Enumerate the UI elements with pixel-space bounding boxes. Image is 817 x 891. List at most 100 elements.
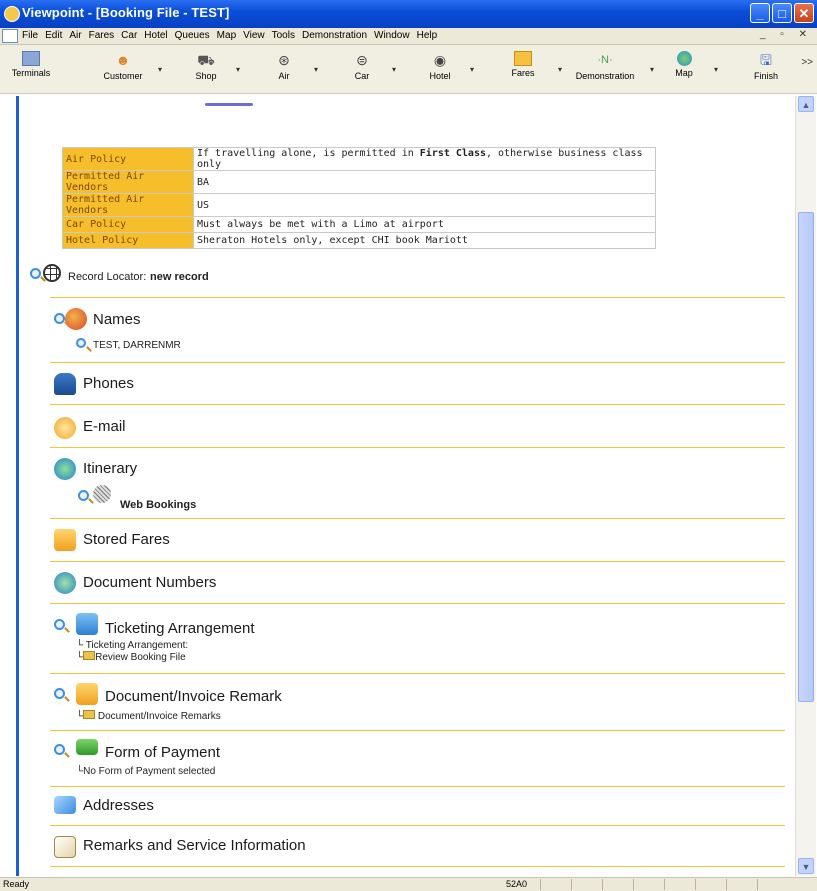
- menu-window[interactable]: Window: [374, 30, 410, 41]
- toolbar-shop-button[interactable]: ⛟ Shop ▾: [186, 47, 240, 89]
- menu-car[interactable]: Car: [121, 30, 137, 41]
- policy-value: Must always be met with a Limo at airpor…: [193, 216, 656, 233]
- toolbar-map-button[interactable]: Map ▾: [664, 47, 718, 89]
- review-booking-file-link[interactable]: └ Review Booking File: [76, 651, 186, 663]
- section-doc-invoice-title[interactable]: Document/Invoice Remark: [105, 688, 282, 705]
- section-divider: [50, 730, 785, 731]
- close-button[interactable]: ✕: [794, 3, 814, 23]
- dropdown-arrow-icon[interactable]: ▾: [158, 65, 162, 74]
- toolbar-fares-button[interactable]: Fares ▾: [498, 47, 562, 89]
- section-email-title[interactable]: E-mail: [83, 418, 126, 435]
- policy-key: Air Policy: [62, 147, 194, 171]
- section-remarks-title[interactable]: Remarks and Service Information: [83, 837, 306, 854]
- magnifier-icon[interactable]: [76, 338, 86, 348]
- status-panels: [540, 879, 788, 890]
- section-phones-title[interactable]: Phones: [83, 375, 134, 392]
- policy-key: Permitted Air Vendors: [62, 170, 194, 194]
- air-icon: ⊛: [278, 52, 290, 68]
- menu-fares[interactable]: Fares: [89, 30, 115, 41]
- table-row: Permitted Air Vendors BA: [62, 170, 656, 194]
- dropdown-arrow-icon[interactable]: ▾: [714, 65, 718, 74]
- scroll-down-arrow-icon[interactable]: ▼: [798, 858, 814, 874]
- magnifier-icon[interactable]: [30, 268, 41, 279]
- section-itinerary-title[interactable]: Itinerary: [83, 460, 137, 477]
- dropdown-arrow-icon[interactable]: ▾: [558, 65, 562, 74]
- magnifier-icon[interactable]: [54, 688, 65, 699]
- name-entry[interactable]: TEST, DARRENMR: [93, 340, 181, 351]
- toolbar-demonstration-button[interactable]: ·N· Demonstration ▾: [570, 47, 654, 89]
- section-stored-fares-title[interactable]: Stored Fares: [83, 531, 170, 548]
- section-document-numbers-title[interactable]: Document Numbers: [83, 574, 216, 591]
- policy-value: If travelling alone, is permitted in Fir…: [193, 147, 656, 171]
- section-payment-title[interactable]: Form of Payment: [105, 744, 220, 761]
- menu-queues[interactable]: Queues: [175, 30, 210, 41]
- magnifier-icon[interactable]: [54, 619, 65, 630]
- scroll-up-arrow-icon[interactable]: ▲: [798, 96, 814, 112]
- email-icon: [54, 417, 76, 439]
- dropdown-arrow-icon[interactable]: ▾: [392, 65, 396, 74]
- ticketing-icon: [76, 613, 98, 635]
- toolbar-air-button[interactable]: ⊛ Air ▾: [264, 47, 318, 89]
- finish-icon: 🖫: [760, 52, 772, 68]
- section-names-title[interactable]: Names: [93, 311, 141, 328]
- scroll-thumb[interactable]: [798, 212, 814, 702]
- section-divider: [50, 786, 785, 787]
- menu-edit[interactable]: Edit: [45, 30, 62, 41]
- section-divider: [50, 866, 785, 867]
- magnifier-icon[interactable]: [54, 744, 65, 755]
- toolbar-finish-button[interactable]: 🖫 Finish: [746, 47, 786, 89]
- policy-key: Car Policy: [62, 216, 194, 233]
- magnifier-icon[interactable]: [78, 490, 89, 501]
- section-divider: [50, 561, 785, 562]
- menu-map[interactable]: Map: [217, 30, 236, 41]
- globe-icon: [43, 264, 61, 282]
- menu-file[interactable]: File: [22, 30, 38, 41]
- payment-entry: └No Form of Payment selected: [76, 766, 216, 777]
- toolbar: Terminals ☻ Customer ▾ ⛟ Shop ▾ ⊛ Air ▾ …: [0, 45, 817, 94]
- web-bookings-icon: [93, 485, 111, 503]
- menu-tools[interactable]: Tools: [272, 30, 295, 41]
- section-divider: [50, 673, 785, 674]
- menu-help[interactable]: Help: [417, 30, 438, 41]
- menu-hotel[interactable]: Hotel: [144, 30, 167, 41]
- menu-air[interactable]: Air: [69, 30, 81, 41]
- section-divider: [50, 603, 785, 604]
- web-bookings-link[interactable]: Web Bookings: [120, 499, 196, 511]
- doc-invoice-entry[interactable]: └ Document/Invoice Remarks: [76, 710, 221, 722]
- toolbar-hotel-button[interactable]: ◉ Hotel ▾: [420, 47, 474, 89]
- menu-view[interactable]: View: [243, 30, 265, 41]
- section-divider: [50, 362, 785, 363]
- app-icon: [4, 6, 20, 22]
- section-ticketing-title[interactable]: Ticketing Arrangement: [105, 620, 255, 637]
- dropdown-arrow-icon[interactable]: ▾: [470, 65, 474, 74]
- status-bar: Ready 52A0: [0, 877, 817, 891]
- left-frame-border: [16, 96, 19, 876]
- menu-demonstration[interactable]: Demonstration: [302, 30, 367, 41]
- vertical-scrollbar[interactable]: ▲ ▼: [795, 96, 816, 876]
- toolbar-customer-button[interactable]: ☻ Customer ▾: [98, 47, 162, 89]
- section-divider: [50, 404, 785, 405]
- section-addresses-title[interactable]: Addresses: [83, 797, 154, 814]
- dropdown-arrow-icon[interactable]: ▾: [650, 65, 654, 74]
- section-divider: [50, 447, 785, 448]
- folder-icon: [83, 651, 96, 660]
- policy-table: Air Policy If travelling alone, is permi…: [62, 147, 656, 249]
- maximize-button[interactable]: □: [772, 3, 792, 23]
- policy-value: Sheraton Hotels only, except CHI book Ma…: [193, 232, 656, 249]
- policy-key: Hotel Policy: [62, 232, 194, 249]
- dropdown-arrow-icon[interactable]: ▾: [314, 65, 318, 74]
- itinerary-icon: [54, 458, 76, 480]
- accent-mark: [205, 103, 253, 106]
- mdi-controls[interactable]: _ ▫ ✕: [760, 29, 813, 40]
- menu-bar: File Edit Air Fares Car Hotel Queues Map…: [0, 28, 817, 45]
- toolbar-terminals-button[interactable]: Terminals: [2, 47, 60, 89]
- policy-value: BA: [193, 170, 656, 194]
- payment-icon: [76, 739, 98, 755]
- document-numbers-icon: [54, 572, 76, 594]
- toolbar-car-button[interactable]: ⊜ Car ▾: [342, 47, 396, 89]
- minimize-button[interactable]: _: [750, 3, 770, 23]
- demonstration-icon: ·N·: [597, 54, 613, 66]
- magnifier-icon[interactable]: [54, 313, 65, 324]
- toolbar-more-button[interactable]: >>: [801, 57, 813, 68]
- dropdown-arrow-icon[interactable]: ▾: [236, 65, 240, 74]
